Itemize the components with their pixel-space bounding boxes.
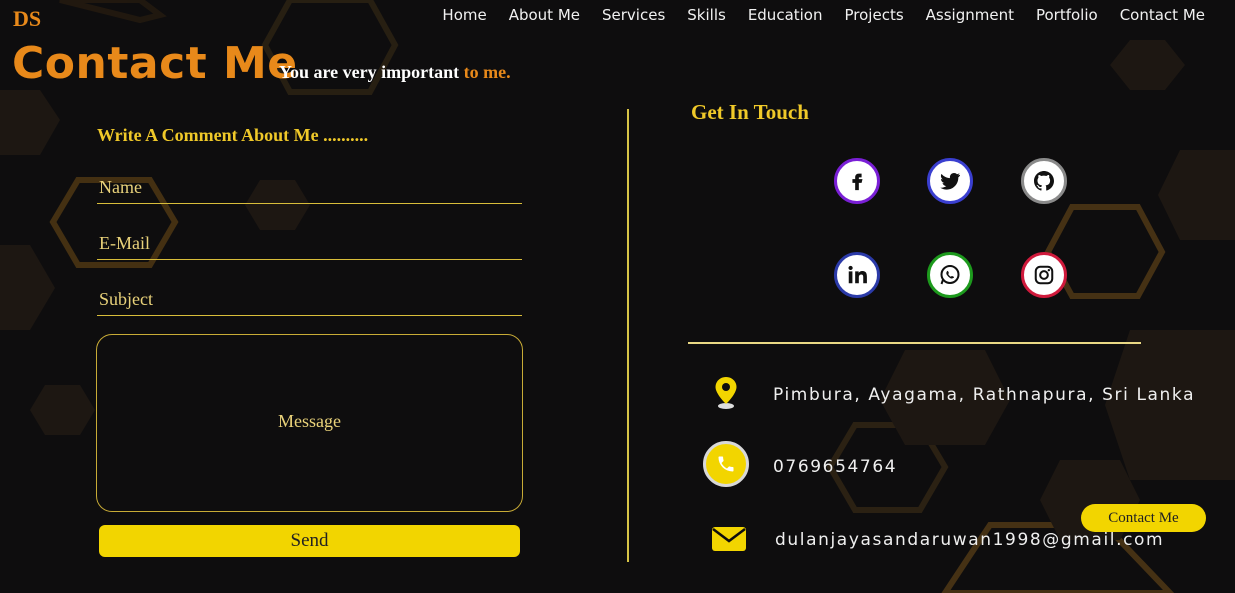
whatsapp-icon xyxy=(940,265,960,285)
subtitle-accent: to me. xyxy=(463,62,511,82)
nav-item-education[interactable]: Education xyxy=(748,6,823,24)
whatsapp-link[interactable] xyxy=(927,252,973,298)
instagram-icon xyxy=(1034,265,1054,285)
page-title: Contact Me xyxy=(12,38,298,89)
nav-item-assignment[interactable]: Assignment xyxy=(926,6,1014,24)
vertical-divider xyxy=(627,109,629,562)
facebook-link[interactable] xyxy=(834,158,880,204)
site-logo[interactable]: DS xyxy=(13,6,41,32)
get-in-touch-heading: Get In Touch xyxy=(691,100,809,124)
location-pin-icon xyxy=(715,377,737,409)
email-input[interactable] xyxy=(97,228,522,260)
subtitle-main: You are very important xyxy=(279,62,460,82)
nav-item-about-me[interactable]: About Me xyxy=(509,6,580,24)
twitter-icon xyxy=(940,172,960,190)
horizontal-divider xyxy=(688,342,1141,344)
phone-icon-badge xyxy=(703,441,749,487)
send-button[interactable]: Send xyxy=(99,525,520,557)
nav-item-contact-me[interactable]: Contact Me xyxy=(1120,6,1205,24)
floating-contact-me-button[interactable]: Contact Me xyxy=(1081,504,1206,532)
instagram-link[interactable] xyxy=(1021,252,1067,298)
subject-input[interactable] xyxy=(97,284,522,316)
nav-item-services[interactable]: Services xyxy=(602,6,665,24)
main-nav: Home About Me Services Skills Education … xyxy=(442,6,1205,24)
message-textarea[interactable] xyxy=(96,334,523,512)
mail-icon xyxy=(712,527,746,551)
page-subtitle: You are very important to me. xyxy=(279,62,511,83)
name-input[interactable] xyxy=(97,172,522,204)
nav-item-home[interactable]: Home xyxy=(442,6,486,24)
nav-item-projects[interactable]: Projects xyxy=(845,6,904,24)
facebook-icon xyxy=(852,173,863,191)
linkedin-link[interactable] xyxy=(834,252,880,298)
phone-text: 0769654764 xyxy=(773,457,898,477)
github-icon xyxy=(1034,171,1054,191)
phone-icon xyxy=(718,456,734,472)
nav-item-skills[interactable]: Skills xyxy=(687,6,726,24)
email-text: dulanjayasandaruwan1998@gmail.com xyxy=(775,530,1165,550)
form-heading: Write A Comment About Me .......... xyxy=(97,125,369,145)
address-text: Pimbura, Ayagama, Rathnapura, Sri Lanka xyxy=(773,385,1196,405)
linkedin-icon xyxy=(848,265,867,284)
github-link[interactable] xyxy=(1021,158,1067,204)
nav-item-portfolio[interactable]: Portfolio xyxy=(1036,6,1098,24)
twitter-link[interactable] xyxy=(927,158,973,204)
